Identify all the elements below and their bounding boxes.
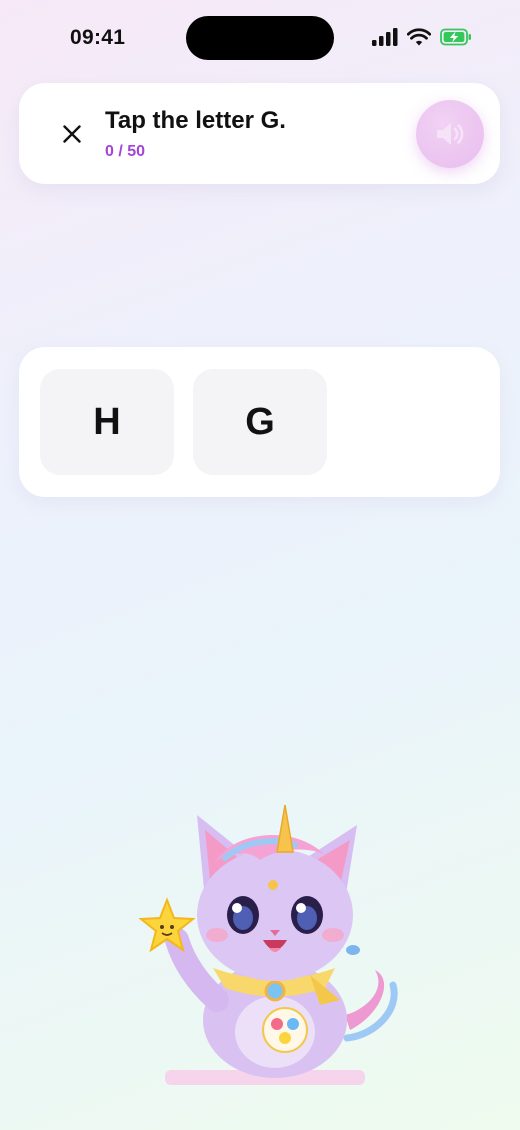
- choice-tile-h[interactable]: H: [40, 369, 174, 475]
- cellular-signal-icon: [372, 28, 398, 46]
- status-icons: [372, 28, 472, 46]
- audio-button[interactable]: [416, 100, 484, 168]
- wifi-icon: [407, 28, 431, 46]
- close-button[interactable]: [53, 115, 91, 153]
- close-icon: [63, 125, 81, 143]
- speaker-icon: [437, 123, 464, 145]
- progress-counter: 0 / 50: [105, 143, 146, 160]
- header-card: Tap the letter G. 0 / 50: [19, 83, 500, 184]
- battery-charging-icon: [440, 28, 471, 46]
- prompt-title: Tap the letter G.: [105, 107, 286, 134]
- status-time: 09:41: [70, 26, 126, 49]
- status-bar: 09:41: [0, 0, 520, 80]
- choices-card: H G: [19, 347, 500, 497]
- choice-tile-g[interactable]: G: [193, 369, 327, 475]
- unicorn-cat-mascot: [138, 804, 398, 1085]
- dynamic-island: [186, 16, 334, 60]
